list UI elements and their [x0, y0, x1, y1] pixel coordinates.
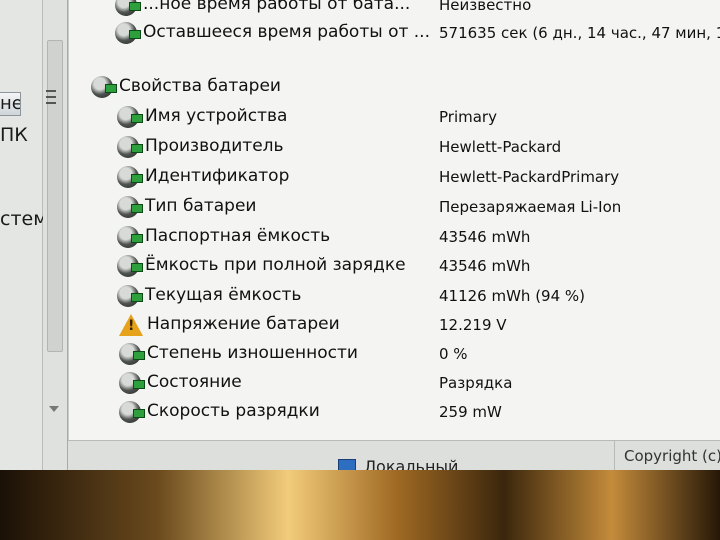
- section-header-battery[interactable]: Свойства батареи: [69, 74, 720, 102]
- battery-icon: [117, 136, 143, 158]
- row-label: Ёмкость при полной зарядке: [145, 255, 406, 275]
- status-bar: Локальный Copyright (c): [68, 440, 720, 470]
- list-item[interactable]: Тип батареи Перезаряжаемая Li-Ion: [69, 194, 720, 222]
- row-label: Состояние: [147, 372, 242, 392]
- status-zone: Локальный: [364, 457, 459, 470]
- row-label: ...ное время работы от бата...: [143, 0, 411, 14]
- row-value: 571635 сек (6 дн., 14 час., 47 мин, 15 с: [439, 24, 720, 42]
- list-item[interactable]: Напряжение батареи 12.219 V: [69, 312, 720, 340]
- battery-icon: [117, 166, 143, 188]
- row-value: 259 mW: [439, 403, 502, 421]
- desktop-wallpaper: [0, 470, 720, 540]
- row-value: Primary: [439, 108, 497, 126]
- section-title: Свойства батареи: [119, 76, 281, 96]
- row-value: Перезаряжаемая Li-Ion: [439, 198, 622, 216]
- battery-icon: [119, 372, 145, 394]
- status-copyright: Copyright (c): [624, 447, 720, 465]
- status-divider: [614, 441, 615, 470]
- computer-icon: [338, 459, 356, 470]
- battery-icon: [117, 196, 143, 218]
- row-value: 12.219 V: [439, 316, 507, 334]
- battery-icon: [115, 0, 141, 16]
- row-value: Hewlett-Packard: [439, 138, 562, 156]
- battery-icon: [119, 401, 145, 423]
- battery-icon: [117, 285, 143, 307]
- list-item-power-1[interactable]: ...ное время работы от бата... Неизвестн…: [69, 0, 720, 20]
- row-label: Производитель: [145, 136, 284, 156]
- list-item[interactable]: Производитель Hewlett-Packard: [69, 134, 720, 162]
- navigation-pane: не ПК стем: [0, 0, 48, 470]
- row-value: Неизвестно: [439, 0, 532, 14]
- list-item[interactable]: Идентификатор Hewlett-PackardPrimary: [69, 164, 720, 192]
- scroll-down-arrow-icon[interactable]: [49, 406, 59, 412]
- list-item[interactable]: Степень изношенности 0 %: [69, 341, 720, 369]
- list-item[interactable]: Паспортная ёмкость 43546 mWh: [69, 224, 720, 252]
- list-item[interactable]: Ёмкость при полной зарядке 43546 mWh: [69, 253, 720, 281]
- row-value: 41126 mWh (94 %): [439, 287, 586, 305]
- scrollbar-thumb[interactable]: [47, 40, 63, 352]
- grip-icon[interactable]: [46, 90, 56, 104]
- row-label: Паспортная ёмкость: [145, 226, 331, 246]
- row-value: 43546 mWh: [439, 228, 531, 246]
- row-label: Скорость разрядки: [147, 401, 320, 421]
- row-value: 0 %: [439, 345, 468, 363]
- row-label: Напряжение батареи: [147, 314, 340, 334]
- list-item-power-2[interactable]: Оставшееся время работы от ... 571635 се…: [69, 20, 720, 48]
- row-value: 43546 mWh: [439, 257, 531, 275]
- pane-splitter[interactable]: [43, 0, 79, 470]
- row-label: Степень изношенности: [147, 343, 358, 363]
- row-value: Разрядка: [439, 374, 513, 392]
- row-label: Текущая ёмкость: [145, 285, 302, 305]
- nav-button[interactable]: не: [0, 92, 21, 116]
- row-label: Имя устройства: [145, 106, 288, 126]
- nav-item-pc[interactable]: ПК: [0, 124, 28, 146]
- list-item[interactable]: Текущая ёмкость 41126 mWh (94 %): [69, 283, 720, 311]
- battery-icon: [115, 22, 141, 44]
- nav-item-system[interactable]: стем: [0, 208, 48, 230]
- list-item[interactable]: Имя устройства Primary: [69, 104, 720, 132]
- row-label: Тип батареи: [145, 196, 257, 216]
- app-window: не ПК стем ...ное время работы от бата..…: [0, 0, 720, 470]
- row-label: Оставшееся время работы от ...: [143, 22, 430, 42]
- row-value: Hewlett-PackardPrimary: [439, 168, 620, 186]
- warning-icon: [119, 314, 143, 336]
- properties-list: ...ное время работы от бата... Неизвестн…: [68, 0, 720, 440]
- list-item[interactable]: Скорость разрядки 259 mW: [69, 399, 720, 427]
- list-item[interactable]: Состояние Разрядка: [69, 370, 720, 398]
- battery-icon: [117, 226, 143, 248]
- battery-icon: [91, 76, 117, 98]
- battery-icon: [117, 106, 143, 128]
- battery-icon: [117, 255, 143, 277]
- battery-icon: [119, 343, 145, 365]
- row-label: Идентификатор: [145, 166, 290, 186]
